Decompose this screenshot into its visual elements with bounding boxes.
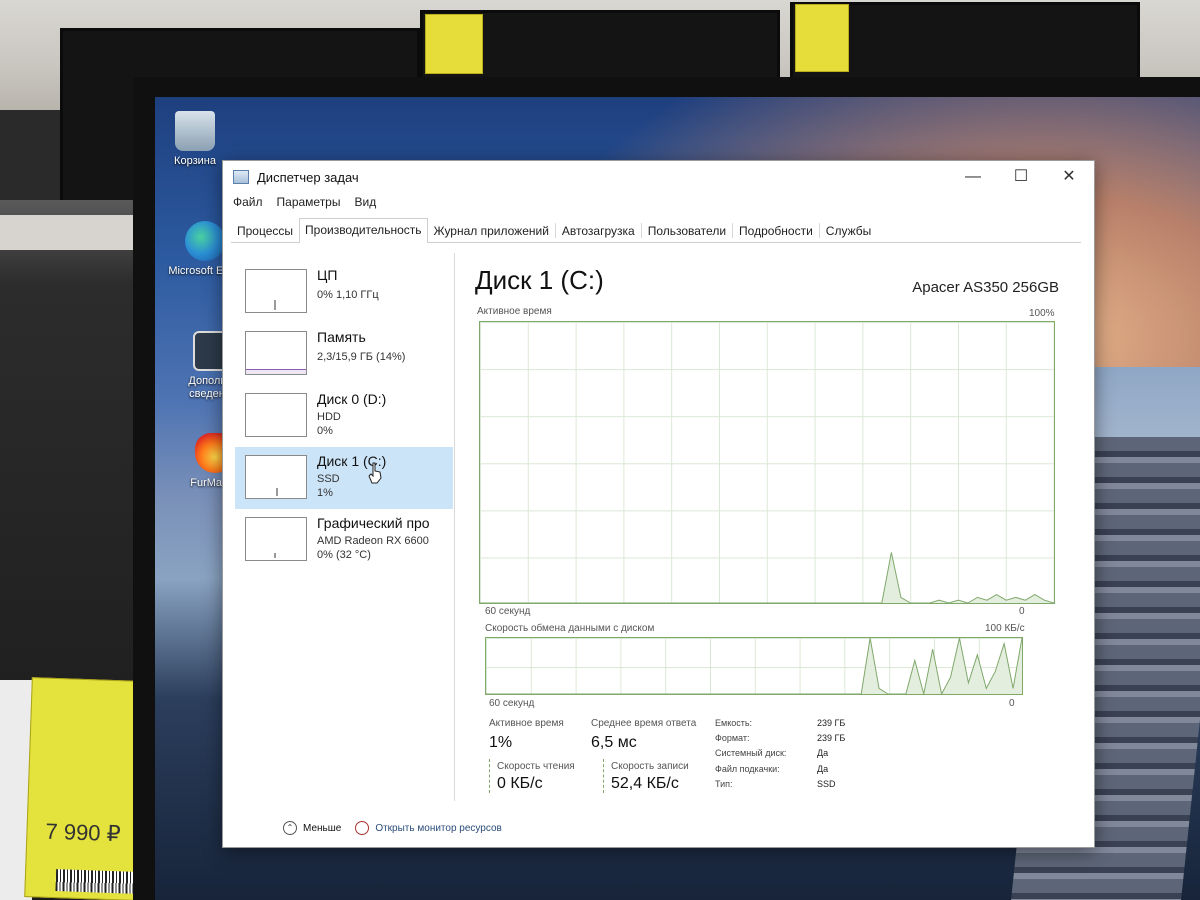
sidebar-item-detail: HDD <box>317 411 341 423</box>
sidebar-item-name: Графический про <box>317 515 430 531</box>
active-time-plot <box>480 552 1054 603</box>
memory-thumbnail-graph <box>245 331 307 375</box>
chevron-up-icon: ⌃ <box>283 821 297 835</box>
system-disk-key: Системный диск: <box>715 748 787 758</box>
format-value: 239 ГБ <box>817 733 846 743</box>
sidebar-item-name: ЦП <box>317 267 338 283</box>
close-button[interactable]: ✕ <box>1047 165 1091 191</box>
menu-options[interactable]: Параметры <box>277 195 341 215</box>
sidebar-item-name: Память <box>317 329 366 345</box>
active-time-area <box>480 552 1054 603</box>
tab-processes[interactable]: Процессы <box>231 219 299 243</box>
resource-monitor-link[interactable]: Открыть монитор ресурсов <box>355 821 502 835</box>
sidebar-item-memory[interactable]: Память 2,3/15,9 ГБ (14%) <box>235 323 453 385</box>
write-speed-value: 52,4 КБ/с <box>611 775 679 792</box>
graph2-label: Скорость обмена данными с диском <box>485 623 655 634</box>
sidebar-item-usage: 1% <box>317 487 333 499</box>
cpu-thumbnail-graph <box>245 269 307 313</box>
sidebar-item-disk0[interactable]: Диск 0 (D:) HDD 0% <box>235 385 453 447</box>
active-time-line <box>480 552 1054 603</box>
type-value: SSD <box>817 779 836 789</box>
task-manager-window: Диспетчер задач — ☐ ✕ Файл Параметры Вид… <box>222 160 1095 848</box>
price-text: 7 990 ₽ <box>45 818 122 847</box>
footer: ⌃ Меньше Открыть монитор ресурсов <box>283 821 502 835</box>
transfer-rate-line <box>486 638 1022 694</box>
menu-file[interactable]: Файл <box>233 195 263 215</box>
tab-app-history[interactable]: Журнал приложений <box>428 219 555 243</box>
hand-cursor-icon <box>368 462 382 484</box>
edge-icon <box>185 221 225 261</box>
tab-performance[interactable]: Производительность <box>299 218 428 243</box>
gpu-thumbnail-graph <box>245 517 307 561</box>
shelf-strip <box>0 215 150 250</box>
read-speed-marker <box>489 759 490 793</box>
format-key: Формат: <box>715 733 750 743</box>
capacity-value: 239 ГБ <box>817 718 846 728</box>
graph1-max-label: 100% <box>1029 308 1055 319</box>
sidebar-item-name: Диск 0 (D:) <box>317 391 387 407</box>
tab-services[interactable]: Службы <box>820 219 877 243</box>
active-time-graph <box>479 321 1055 604</box>
fewer-details-label: Меньше <box>303 822 342 834</box>
active-time-label: Активное время <box>489 718 564 729</box>
disk1-thumbnail-graph <box>245 455 307 499</box>
title-bar[interactable]: Диспетчер задач — ☐ ✕ <box>223 161 1094 193</box>
background-price-tag <box>795 4 849 72</box>
read-speed-value: 0 КБ/с <box>497 775 543 792</box>
response-time-label: Среднее время ответа <box>591 718 697 729</box>
sidebar-item-detail: 0% 1,10 ГГц <box>317 289 379 301</box>
page-file-value: Да <box>817 764 829 774</box>
write-speed-marker <box>603 759 604 793</box>
active-time-value: 1% <box>489 734 513 751</box>
page-title: Диск 1 (C:) <box>475 265 604 295</box>
tab-bar: Процессы Производительность Журнал прило… <box>231 218 1081 243</box>
background-price-tag <box>425 14 483 74</box>
menu-bar: Файл Параметры Вид <box>223 195 376 215</box>
response-time-value: 6,5 мс <box>591 734 637 751</box>
graph2-x-left: 60 секунд <box>489 698 535 709</box>
graph2-x-right: 0 <box>1009 698 1015 709</box>
type-key: Тип: <box>715 779 733 789</box>
sidebar-item-usage: 0% (32 °C) <box>317 549 371 561</box>
page-file-key: Файл подкачки: <box>715 764 780 774</box>
graph1-x-right: 0 <box>1019 606 1025 617</box>
tab-users[interactable]: Пользователи <box>642 219 732 243</box>
recycle-bin-icon <box>175 111 215 151</box>
sidebar-item-detail: AMD Radeon RX 6600 <box>317 535 429 547</box>
tab-details[interactable]: Подробности <box>733 219 819 243</box>
transfer-rate-plot <box>486 638 1022 694</box>
capacity-key: Емкость: <box>715 718 753 728</box>
performance-sidebar: ЦП 0% 1,10 ГГц Память 2,3/15,9 ГБ (14%) … <box>235 253 455 801</box>
sidebar-item-detail: SSD <box>317 473 340 485</box>
transfer-rate-area <box>486 638 1022 694</box>
resource-monitor-label: Открыть монитор ресурсов <box>375 822 502 834</box>
fewer-details-button[interactable]: ⌃ Меньше <box>283 821 341 835</box>
transfer-rate-graph <box>485 637 1023 695</box>
task-manager-icon <box>233 170 249 184</box>
window-title: Диспетчер задач <box>257 170 359 185</box>
system-disk-value: Да <box>817 748 829 758</box>
sidebar-item-gpu[interactable]: Графический про AMD Radeon RX 6600 0% (3… <box>235 509 453 571</box>
sidebar-item-cpu[interactable]: ЦП 0% 1,10 ГГц <box>235 261 453 323</box>
graph2-max-label: 100 КБ/с <box>985 623 1025 634</box>
sidebar-item-disk1[interactable]: Диск 1 (C:) SSD 1% <box>235 447 453 509</box>
maximize-button[interactable]: ☐ <box>999 165 1043 191</box>
menu-view[interactable]: Вид <box>354 195 376 215</box>
write-speed-label: Скорость записи <box>611 761 689 772</box>
sidebar-item-usage: 0% <box>317 425 333 437</box>
disk0-thumbnail-graph <box>245 393 307 437</box>
disk-model: Apacer AS350 256GB <box>912 279 1059 296</box>
graph1-label: Активное время <box>477 306 552 317</box>
resource-monitor-icon <box>355 821 370 835</box>
minimize-button[interactable]: — <box>951 165 995 191</box>
graph1-x-left: 60 секунд <box>485 606 531 617</box>
tab-startup[interactable]: Автозагрузка <box>556 219 641 243</box>
sidebar-item-detail: 2,3/15,9 ГБ (14%) <box>317 351 406 363</box>
read-speed-label: Скорость чтения <box>497 761 575 772</box>
